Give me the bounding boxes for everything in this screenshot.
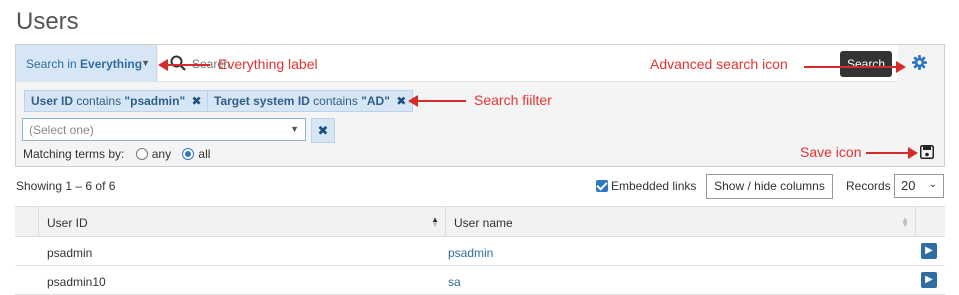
users-table: User ID ▲ ▼ User name ▲ ▼ psadmin psadmin … [15, 206, 945, 295]
show-hide-columns-button[interactable]: Show / hide columns [706, 174, 833, 199]
column-label: User name [454, 216, 513, 230]
annotation-everything-label: Everything label [218, 56, 318, 72]
filter-op: contains [76, 94, 122, 108]
records-label: Records [846, 179, 891, 193]
close-icon[interactable]: ✖ [396, 94, 406, 108]
column-header-user-id[interactable]: User ID ▲ ▼ [39, 207, 446, 237]
filter-chip-target-system[interactable]: Target system ID contains "AD" ✖ [207, 90, 414, 112]
search-scope-value: Everything [80, 57, 143, 71]
filter-select-placeholder: (Select one) [29, 123, 94, 137]
table-row[interactable]: psadmin10 sa ▶ [15, 266, 945, 295]
search-scope-dropdown[interactable]: Search in Everything ▼ [16, 45, 157, 82]
cell-user-name-link[interactable]: sa [448, 275, 461, 289]
checkbox-checked[interactable] [596, 180, 608, 192]
annotation-save-icon: Save icon [800, 144, 862, 160]
close-icon[interactable]: ✖ [192, 94, 202, 108]
select-column-header [15, 207, 39, 237]
annotation-arrow [804, 61, 906, 73]
search-scope-prefix: Search in [26, 57, 77, 71]
actions-column-header [916, 207, 945, 237]
table-row[interactable]: psadmin psadmin ▶ [15, 237, 945, 266]
column-label: User ID [47, 216, 88, 230]
close-icon: ✖ [317, 123, 329, 138]
chevron-down-icon: ▼ [141, 58, 150, 68]
chevron-down-icon: ▼ [290, 124, 299, 134]
arrow-right-icon[interactable]: ▶ [921, 243, 937, 259]
radio-any[interactable] [135, 148, 148, 160]
cell-user-name-link[interactable]: psadmin [448, 246, 493, 260]
annotation-arrow [158, 59, 210, 71]
filter-value: "psadmin" [124, 94, 186, 108]
cell-user-id: psadmin10 [47, 275, 106, 289]
clear-filter-button[interactable]: ✖ [311, 118, 335, 143]
radio-all-label: all [198, 147, 211, 161]
save-icon[interactable] [920, 145, 934, 164]
filter-chip-user-id[interactable]: User ID contains "psadmin" ✖ [24, 90, 209, 112]
cell-user-id: psadmin [47, 246, 93, 260]
filter-field: Target system ID [214, 94, 310, 108]
radio-any-label: any [151, 147, 172, 161]
filter-op: contains [313, 94, 358, 108]
arrow-right-icon[interactable]: ▶ [921, 272, 937, 288]
annotation-advanced-search: Advanced search icon [650, 56, 788, 72]
matching-label: Matching terms by: [23, 147, 125, 161]
chevron-down-icon: ⌄ [928, 179, 937, 190]
filter-field-select[interactable]: (Select one) ▼ [22, 118, 306, 141]
column-header-user-name[interactable]: User name ▲ ▼ [446, 207, 916, 237]
search-button[interactable]: Search [840, 51, 892, 77]
filter-field: User ID [31, 94, 74, 108]
matching-terms: Matching terms by: any all [23, 147, 210, 161]
results-count: Showing 1 – 6 of 6 [16, 179, 116, 193]
sort-icon[interactable]: ▲ ▼ [431, 216, 439, 229]
records-per-page-select[interactable]: 20 ⌄ [894, 174, 944, 198]
radio-all[interactable] [182, 148, 195, 160]
table-header: User ID ▲ ▼ User name ▲ ▼ [15, 206, 945, 237]
filter-value: "AD" [361, 94, 390, 108]
embedded-links-toggle[interactable]: Embedded links [596, 179, 696, 193]
sort-icon[interactable]: ▲ ▼ [901, 216, 909, 229]
records-value: 20 [901, 178, 916, 193]
annotation-arrow [408, 95, 466, 107]
annotation-search-filter: Search fiilter [474, 92, 552, 108]
embedded-links-label: Embedded links [611, 179, 697, 193]
annotation-arrow [866, 147, 918, 159]
page-title: Users [16, 8, 79, 35]
gear-icon[interactable] [912, 55, 927, 75]
